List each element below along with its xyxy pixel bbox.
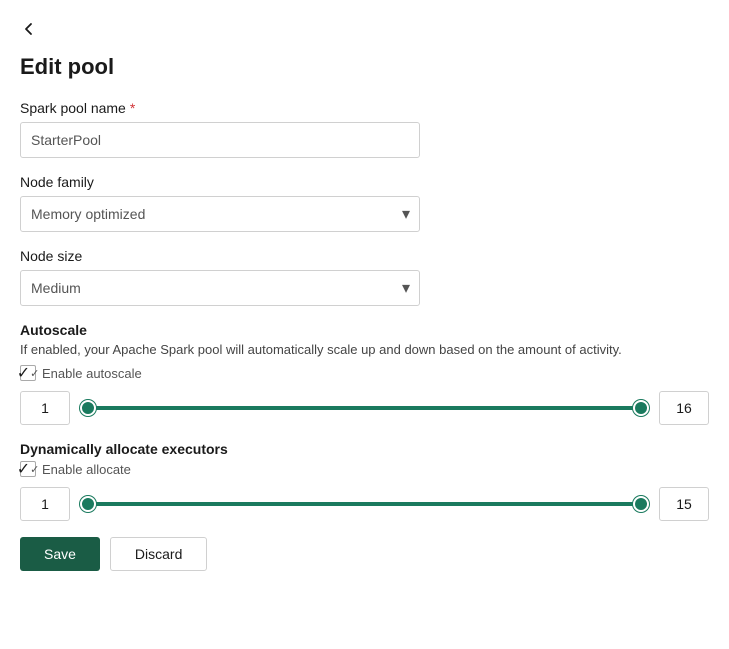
node-size-select[interactable]: Small Medium Large XLarge XXLarge XXXLar… [20,270,420,306]
node-size-label: Node size [20,248,709,264]
autoscale-min-box: 1 [20,391,70,425]
dynamic-executors-min-box: 1 [20,487,70,521]
back-button[interactable] [20,16,38,42]
node-family-select-wrapper: Memory optimized General purpose Compute… [20,196,420,232]
page-title: Edit pool [20,54,709,80]
dynamic-executors-slider-track-wrapper[interactable] [80,494,649,514]
dynamic-executors-slider-row: 1 15 [20,487,709,521]
dynamic-executors-section: Dynamically allocate executors ✓ Enable … [20,441,709,521]
required-indicator: * [130,100,135,116]
edit-pool-page: Edit pool Spark pool name * Node family … [0,0,729,595]
autoscale-checkbox-label: Enable autoscale [42,366,142,381]
node-family-select[interactable]: Memory optimized General purpose Compute… [20,196,420,232]
spark-pool-name-label: Spark pool name * [20,100,709,116]
autoscale-checkbox-row[interactable]: ✓ Enable autoscale [20,365,709,381]
dynamic-executors-thumb-right[interactable] [633,496,649,512]
autoscale-section: Autoscale If enabled, your Apache Spark … [20,322,709,425]
spark-pool-name-input[interactable] [20,122,420,158]
autoscale-slider-track-wrapper[interactable] [80,398,649,418]
dynamic-executors-header: Dynamically allocate executors [20,441,709,457]
node-size-section: Node size Small Medium Large XLarge XXLa… [20,248,709,306]
dynamic-executors-thumb-left[interactable] [80,496,96,512]
dynamic-executors-checkbox-label: Enable allocate [42,462,131,477]
dynamic-executors-checkbox-row[interactable]: ✓ Enable allocate [20,461,709,477]
dynamic-executors-slider-track [80,502,649,506]
action-row: Save Discard [20,537,709,571]
autoscale-thumb-left[interactable] [80,400,96,416]
autoscale-slider-row: 1 16 [20,391,709,425]
autoscale-description: If enabled, your Apache Spark pool will … [20,342,709,357]
dynamic-executors-max-box: 15 [659,487,709,521]
autoscale-checkbox[interactable]: ✓ [20,365,36,381]
node-family-section: Node family Memory optimized General pur… [20,174,709,232]
back-icon [20,20,38,38]
dynamic-executors-checkbox[interactable]: ✓ [20,461,36,477]
autoscale-max-box: 16 [659,391,709,425]
discard-button[interactable]: Discard [110,537,207,571]
autoscale-slider-track [80,406,649,410]
autoscale-checkmark: ✓ [17,363,30,383]
save-button[interactable]: Save [20,537,100,571]
node-family-label: Node family [20,174,709,190]
autoscale-thumb-right[interactable] [633,400,649,416]
autoscale-header: Autoscale [20,322,709,338]
node-size-select-wrapper: Small Medium Large XLarge XXLarge XXXLar… [20,270,420,306]
dynamic-executors-checkmark: ✓ [17,459,30,479]
spark-pool-name-section: Spark pool name * [20,100,709,158]
